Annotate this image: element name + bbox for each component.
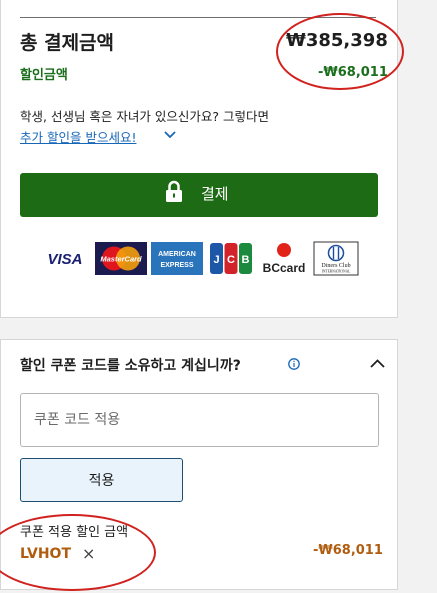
coupon-code-tag: LVHOT (20, 546, 71, 562)
svg-text:INTERNATIONAL: INTERNATIONAL (322, 270, 351, 274)
divider (20, 17, 376, 18)
svg-text:Diners Club: Diners Club (321, 263, 350, 269)
coupon-question: 할인 쿠폰 코드를 소유하고 계십니까? (20, 358, 241, 374)
chevron-down-icon[interactable] (164, 131, 176, 139)
pay-button-label[interactable]: 결제 (201, 183, 229, 204)
apply-coupon-button[interactable]: 적용 (20, 458, 183, 502)
chevron-up-icon[interactable] (370, 359, 385, 368)
svg-text:J: J (213, 254, 219, 266)
coupon-card: 할인 쿠폰 코드를 소유하고 계십니까? 적용 쿠폰 적용 할인 금액 LVHO… (0, 339, 398, 590)
lock-icon (166, 180, 182, 202)
coupon-discount-value: -₩68,011 (313, 543, 383, 558)
bccard-logo: BCcard (263, 243, 306, 275)
visa-logo: VISA (47, 251, 82, 268)
amex-logo: AMERICAN EXPRESS (151, 242, 203, 275)
discount-label: 할인금액 (20, 68, 68, 83)
jcb-logo: J C B (210, 243, 252, 274)
diners-club-logo: Diners Club INTERNATIONAL (313, 241, 359, 276)
extra-discount-link[interactable]: 추가 할인을 받으세요! (20, 127, 136, 146)
remove-coupon-icon[interactable]: × (82, 544, 95, 563)
info-icon[interactable] (288, 358, 300, 370)
applied-coupon-label: 쿠폰 적용 할인 금액 (20, 525, 129, 540)
total-value: ₩385,398 (286, 30, 388, 51)
discount-value: -₩68,011 (318, 65, 388, 80)
svg-text:BCcard: BCcard (263, 261, 306, 275)
svg-text:B: B (242, 254, 250, 266)
svg-text:AMERICAN: AMERICAN (158, 251, 196, 258)
svg-text:VISA: VISA (47, 251, 82, 268)
promo-text: 학생, 선생님 혹은 자녀가 있으신가요? 그렇다면 (20, 109, 269, 124)
svg-text:EXPRESS: EXPRESS (160, 262, 193, 269)
payment-logos: VISA MasterCard AMERICAN EXPRESS J C B B… (41, 241, 361, 276)
svg-text:MasterCard: MasterCard (100, 255, 142, 264)
svg-text:C: C (227, 254, 235, 266)
pay-button[interactable] (20, 173, 378, 217)
total-label: 총 결제금액 (20, 32, 115, 54)
order-summary-card: 총 결제금액 ₩385,398 할인금액 -₩68,011 학생, 선생님 혹은… (0, 0, 398, 318)
mastercard-logo: MasterCard (95, 242, 147, 275)
coupon-code-input[interactable] (20, 393, 379, 447)
